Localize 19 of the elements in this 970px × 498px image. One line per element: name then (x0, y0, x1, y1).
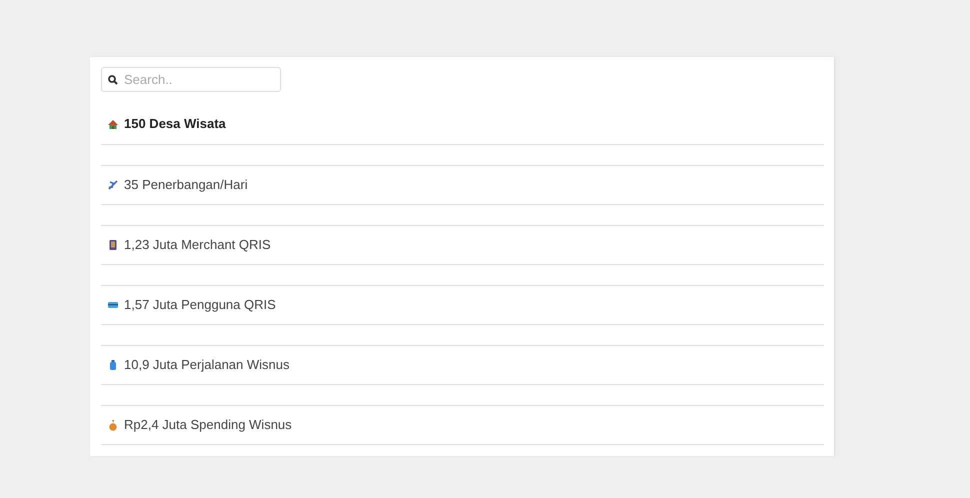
money-bag-icon (107, 419, 119, 431)
house-icon (107, 118, 119, 130)
list-item[interactable]: 1,57 Juta Pengguna QRIS (101, 285, 824, 325)
list-item[interactable]: 10,9 Juta Perjalanan Wisnus (101, 345, 824, 385)
item-label: 10,9 Juta Perjalanan Wisnus (124, 356, 290, 374)
list-item[interactable]: Rp2,4 Juta Spending Wisnus (101, 405, 824, 445)
phone-icon (107, 239, 119, 251)
item-label: Rp2,4 Juta Spending Wisnus (124, 416, 292, 434)
bottle-icon (107, 359, 119, 371)
item-label: 150 Desa Wisata (124, 115, 226, 134)
list-item[interactable]: 1,23 Juta Merchant QRIS (101, 225, 824, 265)
airplane-icon (107, 179, 119, 191)
item-label: 35 Penerbangan/Hari (124, 176, 248, 194)
list-item[interactable]: 150 Desa Wisata (101, 104, 824, 145)
item-label: 1,23 Juta Merchant QRIS (124, 236, 271, 254)
list-item[interactable]: 35 Penerbangan/Hari (101, 165, 824, 205)
card-icon (107, 299, 119, 311)
search-field[interactable]: Search.. (101, 67, 281, 92)
item-label: 1,57 Juta Pengguna QRIS (124, 296, 276, 314)
